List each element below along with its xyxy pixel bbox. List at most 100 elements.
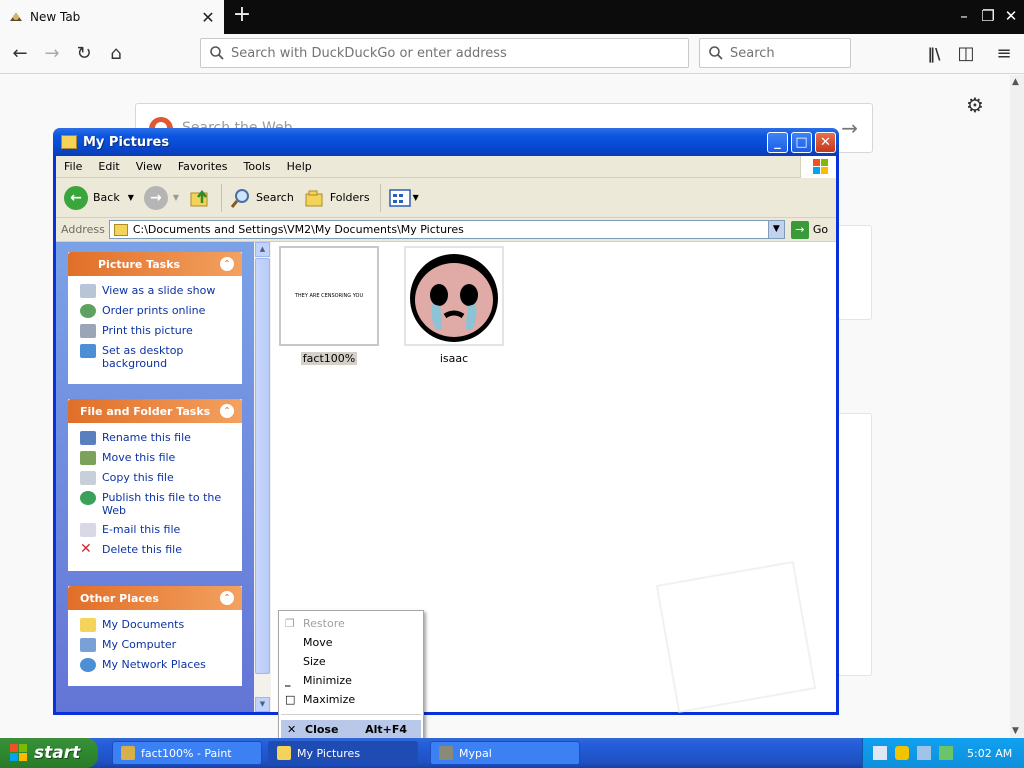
browser-minimize-button[interactable]: – — [954, 6, 974, 26]
views-button[interactable]: ▼ — [388, 188, 419, 208]
task-my-pictures[interactable]: My Pictures — [268, 741, 418, 765]
file-name: isaac — [439, 352, 469, 365]
scroll-down-arrow-icon[interactable]: ▼ — [1012, 726, 1019, 736]
menu-file[interactable]: File — [56, 160, 90, 173]
forward-arrow-icon[interactable]: → — [38, 40, 66, 68]
task-set-desktop[interactable]: Set as desktop background — [80, 344, 232, 370]
menu-help[interactable]: Help — [279, 160, 320, 173]
address-bar: Address C:\Documents and Settings\VM2\My… — [56, 218, 836, 242]
menu-item-restore[interactable]: ❐ Restore — [279, 614, 423, 633]
isaac-face-image — [410, 254, 498, 342]
menu-item-label: Minimize — [303, 674, 352, 687]
tab-new-tab[interactable]: New Tab ✕ — [0, 0, 224, 34]
window-system-menu: ❐ Restore Move Size _ Minimize □ Maximize ✕… — [278, 610, 424, 740]
menu-item-label: Move — [303, 636, 333, 649]
menu-edit[interactable]: Edit — [90, 160, 127, 173]
sidebar-icon[interactable]: ◫ — [952, 40, 980, 68]
back-arrow-icon[interactable]: ← — [6, 40, 34, 68]
task-paint[interactable]: fact100% - Paint — [112, 741, 262, 765]
task-label: fact100% - Paint — [141, 746, 232, 760]
home-icon[interactable]: ⌂ — [102, 40, 130, 68]
page-scrollbar[interactable]: ▲ ▼ — [1010, 75, 1024, 738]
menu-favorites[interactable]: Favorites — [170, 160, 236, 173]
go-button[interactable]: → Go — [790, 220, 828, 239]
other-places-header[interactable]: Other Places ⌃ — [68, 586, 242, 610]
task-order-prints[interactable]: Order prints online — [80, 304, 232, 318]
search-submit-arrow-icon[interactable]: → — [841, 116, 858, 140]
task-move[interactable]: Move this file — [80, 451, 232, 465]
collapse-chevron-icon[interactable]: ⌃ — [220, 404, 234, 418]
printer-icon — [80, 324, 96, 338]
gear-icon[interactable]: ⚙ — [966, 93, 984, 117]
library-icon[interactable]: ‖\ — [920, 40, 948, 68]
close-button[interactable]: ✕ — [815, 131, 836, 153]
task-label: Rename this file — [102, 431, 191, 444]
menu-item-move[interactable]: Move — [279, 633, 423, 652]
hamburger-menu-icon[interactable]: ≡ — [990, 40, 1018, 68]
picture-tasks-panel: Picture Tasks ⌃ View as a slide show Ord… — [68, 252, 242, 384]
window-title-bar[interactable]: My Pictures _ □ ✕ — [53, 128, 839, 156]
task-email[interactable]: E-mail this file — [80, 523, 232, 537]
back-button[interactable]: ← Back ▼ — [64, 185, 134, 210]
standard-toolbar: ← Back ▼ → ▼ Search Folders ▼ — [56, 178, 836, 218]
top-site-card[interactable] — [838, 225, 872, 320]
picture-tasks-header[interactable]: Picture Tasks ⌃ — [68, 252, 242, 276]
start-button[interactable]: start — [0, 738, 98, 768]
keyboard-icon[interactable] — [873, 746, 887, 760]
scroll-thumb[interactable] — [255, 258, 270, 674]
place-my-documents[interactable]: My Documents — [80, 618, 232, 632]
reload-icon[interactable]: ↻ — [70, 40, 98, 68]
left-scrollbar[interactable]: ▲ ▼ — [254, 242, 271, 712]
folders-button[interactable]: Folders — [304, 187, 370, 209]
forward-button[interactable]: → ▼ — [143, 185, 179, 210]
forward-dropdown-icon[interactable]: ▼ — [173, 193, 179, 202]
minimize-button[interactable]: _ — [767, 131, 788, 153]
url-bar[interactable]: Search with DuckDuckGo or enter address — [200, 38, 689, 68]
system-tray: 5:02 AM — [862, 738, 1024, 768]
menu-item-minimize[interactable]: _ Minimize — [279, 671, 423, 690]
views-dropdown-icon[interactable]: ▼ — [413, 193, 419, 202]
task-copy[interactable]: Copy this file — [80, 471, 232, 485]
task-mypal[interactable]: Mypal — [430, 741, 580, 765]
task-label: Copy this file — [102, 471, 174, 484]
menu-item-close[interactable]: ✕ Close Alt+F4 — [281, 720, 421, 739]
browser-restore-button[interactable]: ❐ — [978, 6, 998, 26]
scroll-down-arrow-icon[interactable]: ▼ — [255, 697, 270, 712]
views-icon — [388, 188, 411, 207]
search-button[interactable]: Search — [230, 187, 294, 209]
task-publish[interactable]: Publish this file to the Web — [80, 491, 232, 517]
scroll-up-arrow-icon[interactable]: ▲ — [1012, 77, 1019, 87]
menu-tools[interactable]: Tools — [236, 160, 279, 173]
menu-item-maximize[interactable]: □ Maximize — [279, 690, 423, 709]
back-dropdown-icon[interactable]: ▼ — [128, 193, 134, 202]
security-shield-icon[interactable] — [895, 746, 909, 760]
file-isaac[interactable]: isaac — [404, 246, 504, 365]
other-places-list: My Documents My Computer My Network Plac… — [68, 610, 242, 686]
collapse-chevron-icon[interactable]: ⌃ — [220, 257, 234, 271]
task-print[interactable]: Print this picture — [80, 324, 232, 338]
maximize-button[interactable]: □ — [791, 131, 812, 153]
menu-item-size[interactable]: Size — [279, 652, 423, 671]
place-my-network-places[interactable]: My Network Places — [80, 658, 232, 672]
browser-close-button[interactable]: ✕ — [1001, 6, 1021, 26]
address-field[interactable]: C:\Documents and Settings\VM2\My Documen… — [108, 220, 785, 239]
menu-view[interactable]: View — [128, 160, 170, 173]
file-fact100[interactable]: THEY ARE CENSORING YOU fact100% — [279, 246, 379, 365]
search-box[interactable]: Search — [699, 38, 851, 68]
task-slide-show[interactable]: View as a slide show — [80, 284, 232, 298]
up-folder-button[interactable] — [189, 187, 211, 209]
address-dropdown-icon[interactable]: ▼ — [767, 221, 784, 238]
tab-close-icon[interactable]: ✕ — [200, 8, 216, 27]
task-delete[interactable]: ✕ Delete this file — [80, 542, 232, 557]
task-rename[interactable]: Rename this file — [80, 431, 232, 445]
mypal-icon — [439, 746, 453, 760]
new-tab-button[interactable]: + — [230, 4, 254, 28]
network-icon[interactable] — [917, 746, 931, 760]
collapse-chevron-icon[interactable]: ⌃ — [220, 591, 234, 605]
place-label: My Network Places — [102, 658, 206, 671]
place-my-computer[interactable]: My Computer — [80, 638, 232, 652]
speaker-icon[interactable] — [939, 746, 953, 760]
file-folder-tasks-header[interactable]: File and Folder Tasks ⌃ — [68, 399, 242, 423]
highlight-card[interactable] — [838, 413, 872, 676]
scroll-up-arrow-icon[interactable]: ▲ — [255, 242, 270, 257]
